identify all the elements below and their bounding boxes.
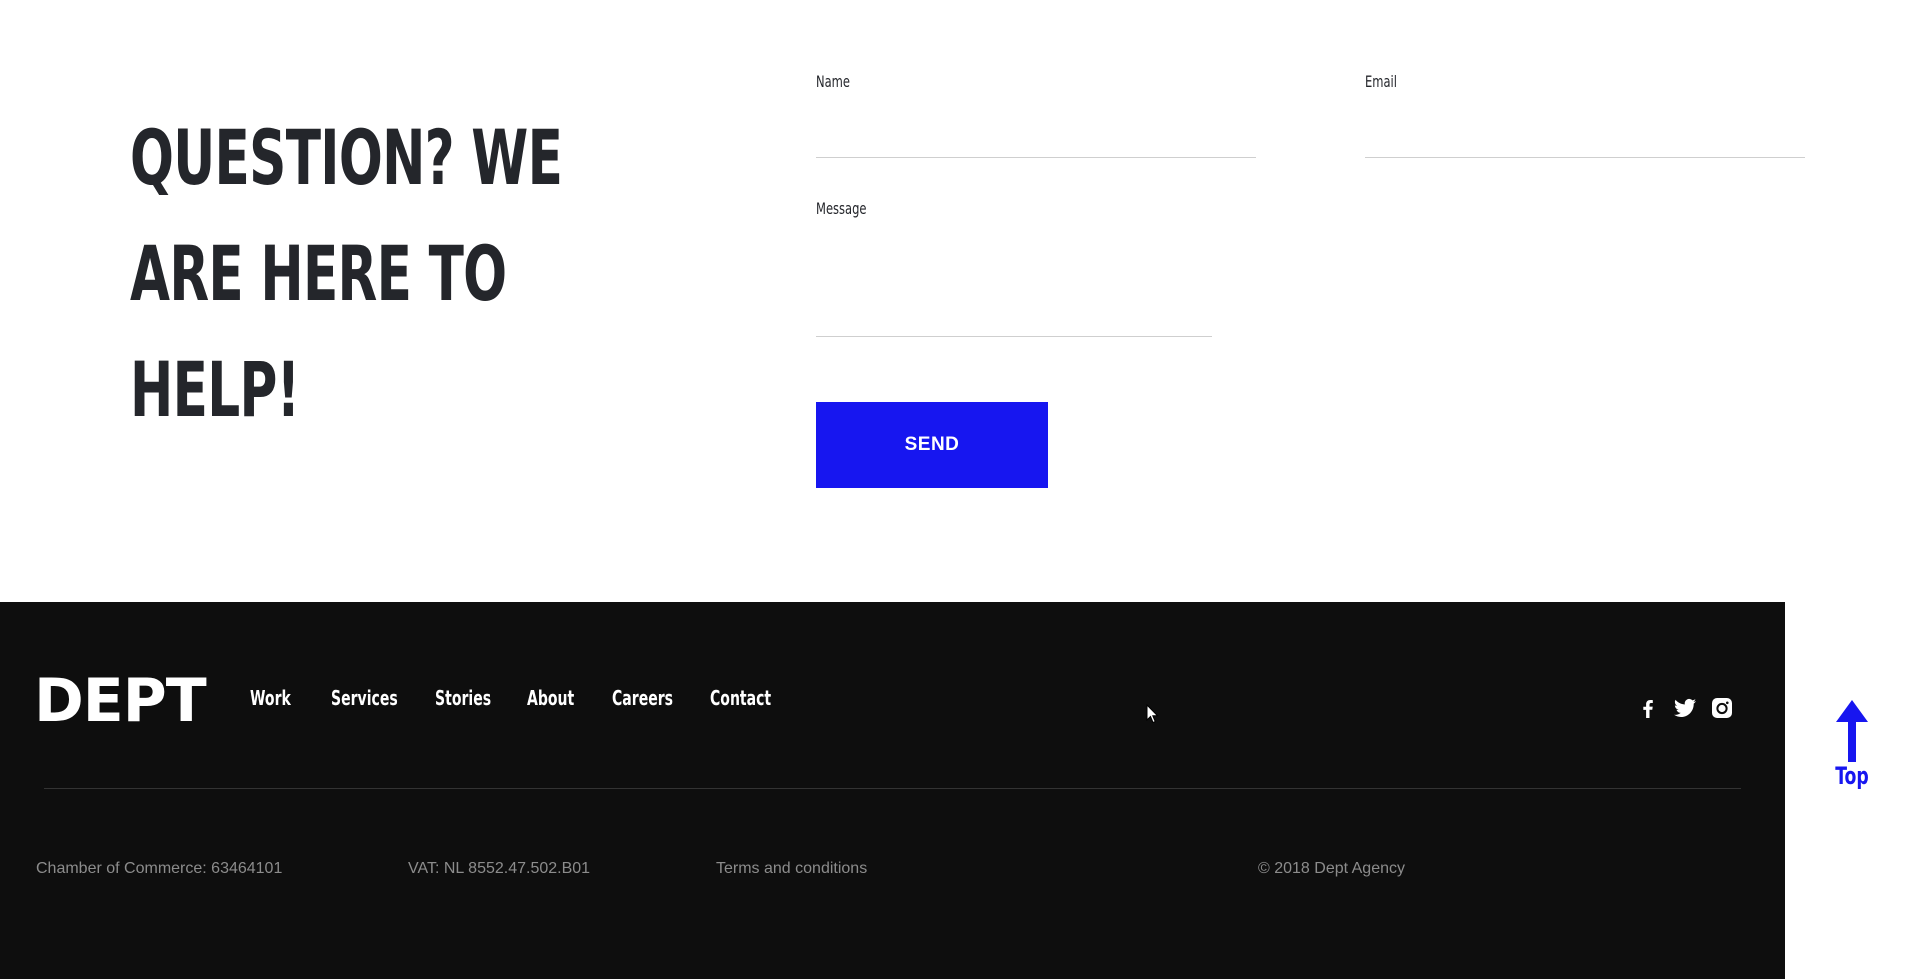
- back-to-top-button[interactable]: Top: [1830, 700, 1874, 796]
- send-button[interactable]: SEND: [816, 402, 1048, 488]
- headline-line-2: ARE HERE TO: [130, 229, 507, 318]
- contact-headline: QUESTION? WE ARE HERE TO HELP!: [130, 100, 592, 448]
- twitter-icon[interactable]: [1673, 696, 1697, 720]
- message-label: Message: [816, 199, 867, 218]
- footer-nav-about[interactable]: About: [527, 686, 574, 710]
- message-field[interactable]: [816, 236, 1212, 332]
- footer-nav-services[interactable]: Services: [331, 686, 398, 710]
- arrow-up-icon: [1836, 700, 1868, 762]
- name-field[interactable]: [816, 120, 1256, 156]
- footer: DEPT Work Services Stories About Careers…: [0, 602, 1785, 979]
- email-underline: [1365, 157, 1805, 158]
- terms-link-wrap: Terms and conditions: [716, 860, 867, 878]
- headline-line-1: QUESTION? WE: [130, 113, 563, 202]
- page: QUESTION? WE ARE HERE TO HELP! Name Emai…: [0, 0, 1920, 979]
- copyright: © 2018 Dept Agency: [1258, 860, 1405, 877]
- terms-link[interactable]: Terms and conditions: [716, 860, 867, 877]
- footer-nav-contact[interactable]: Contact: [710, 686, 771, 710]
- dept-logo[interactable]: DEPT: [34, 666, 207, 736]
- name-underline: [816, 157, 1256, 158]
- name-label: Name: [816, 72, 850, 91]
- footer-nav-work[interactable]: Work: [250, 686, 291, 710]
- vat-number: VAT: NL 8552.47.502.B01: [408, 860, 591, 877]
- mouse-cursor-icon: [1146, 704, 1159, 724]
- headline-line-3: HELP!: [130, 345, 300, 434]
- email-field[interactable]: [1365, 120, 1805, 156]
- footer-divider: [44, 788, 1741, 789]
- message-underline: [816, 336, 1212, 337]
- facebook-icon[interactable]: [1636, 696, 1660, 720]
- chamber-of-commerce: Chamber of Commerce: 63464101: [36, 860, 283, 877]
- email-label: Email: [1365, 72, 1397, 91]
- footer-nav-careers[interactable]: Careers: [612, 686, 673, 710]
- footer-nav-stories[interactable]: Stories: [435, 686, 491, 710]
- contact-section: QUESTION? WE ARE HERE TO HELP! Name Emai…: [0, 0, 1920, 600]
- back-to-top-label: Top: [1835, 762, 1869, 790]
- instagram-icon[interactable]: [1710, 696, 1734, 720]
